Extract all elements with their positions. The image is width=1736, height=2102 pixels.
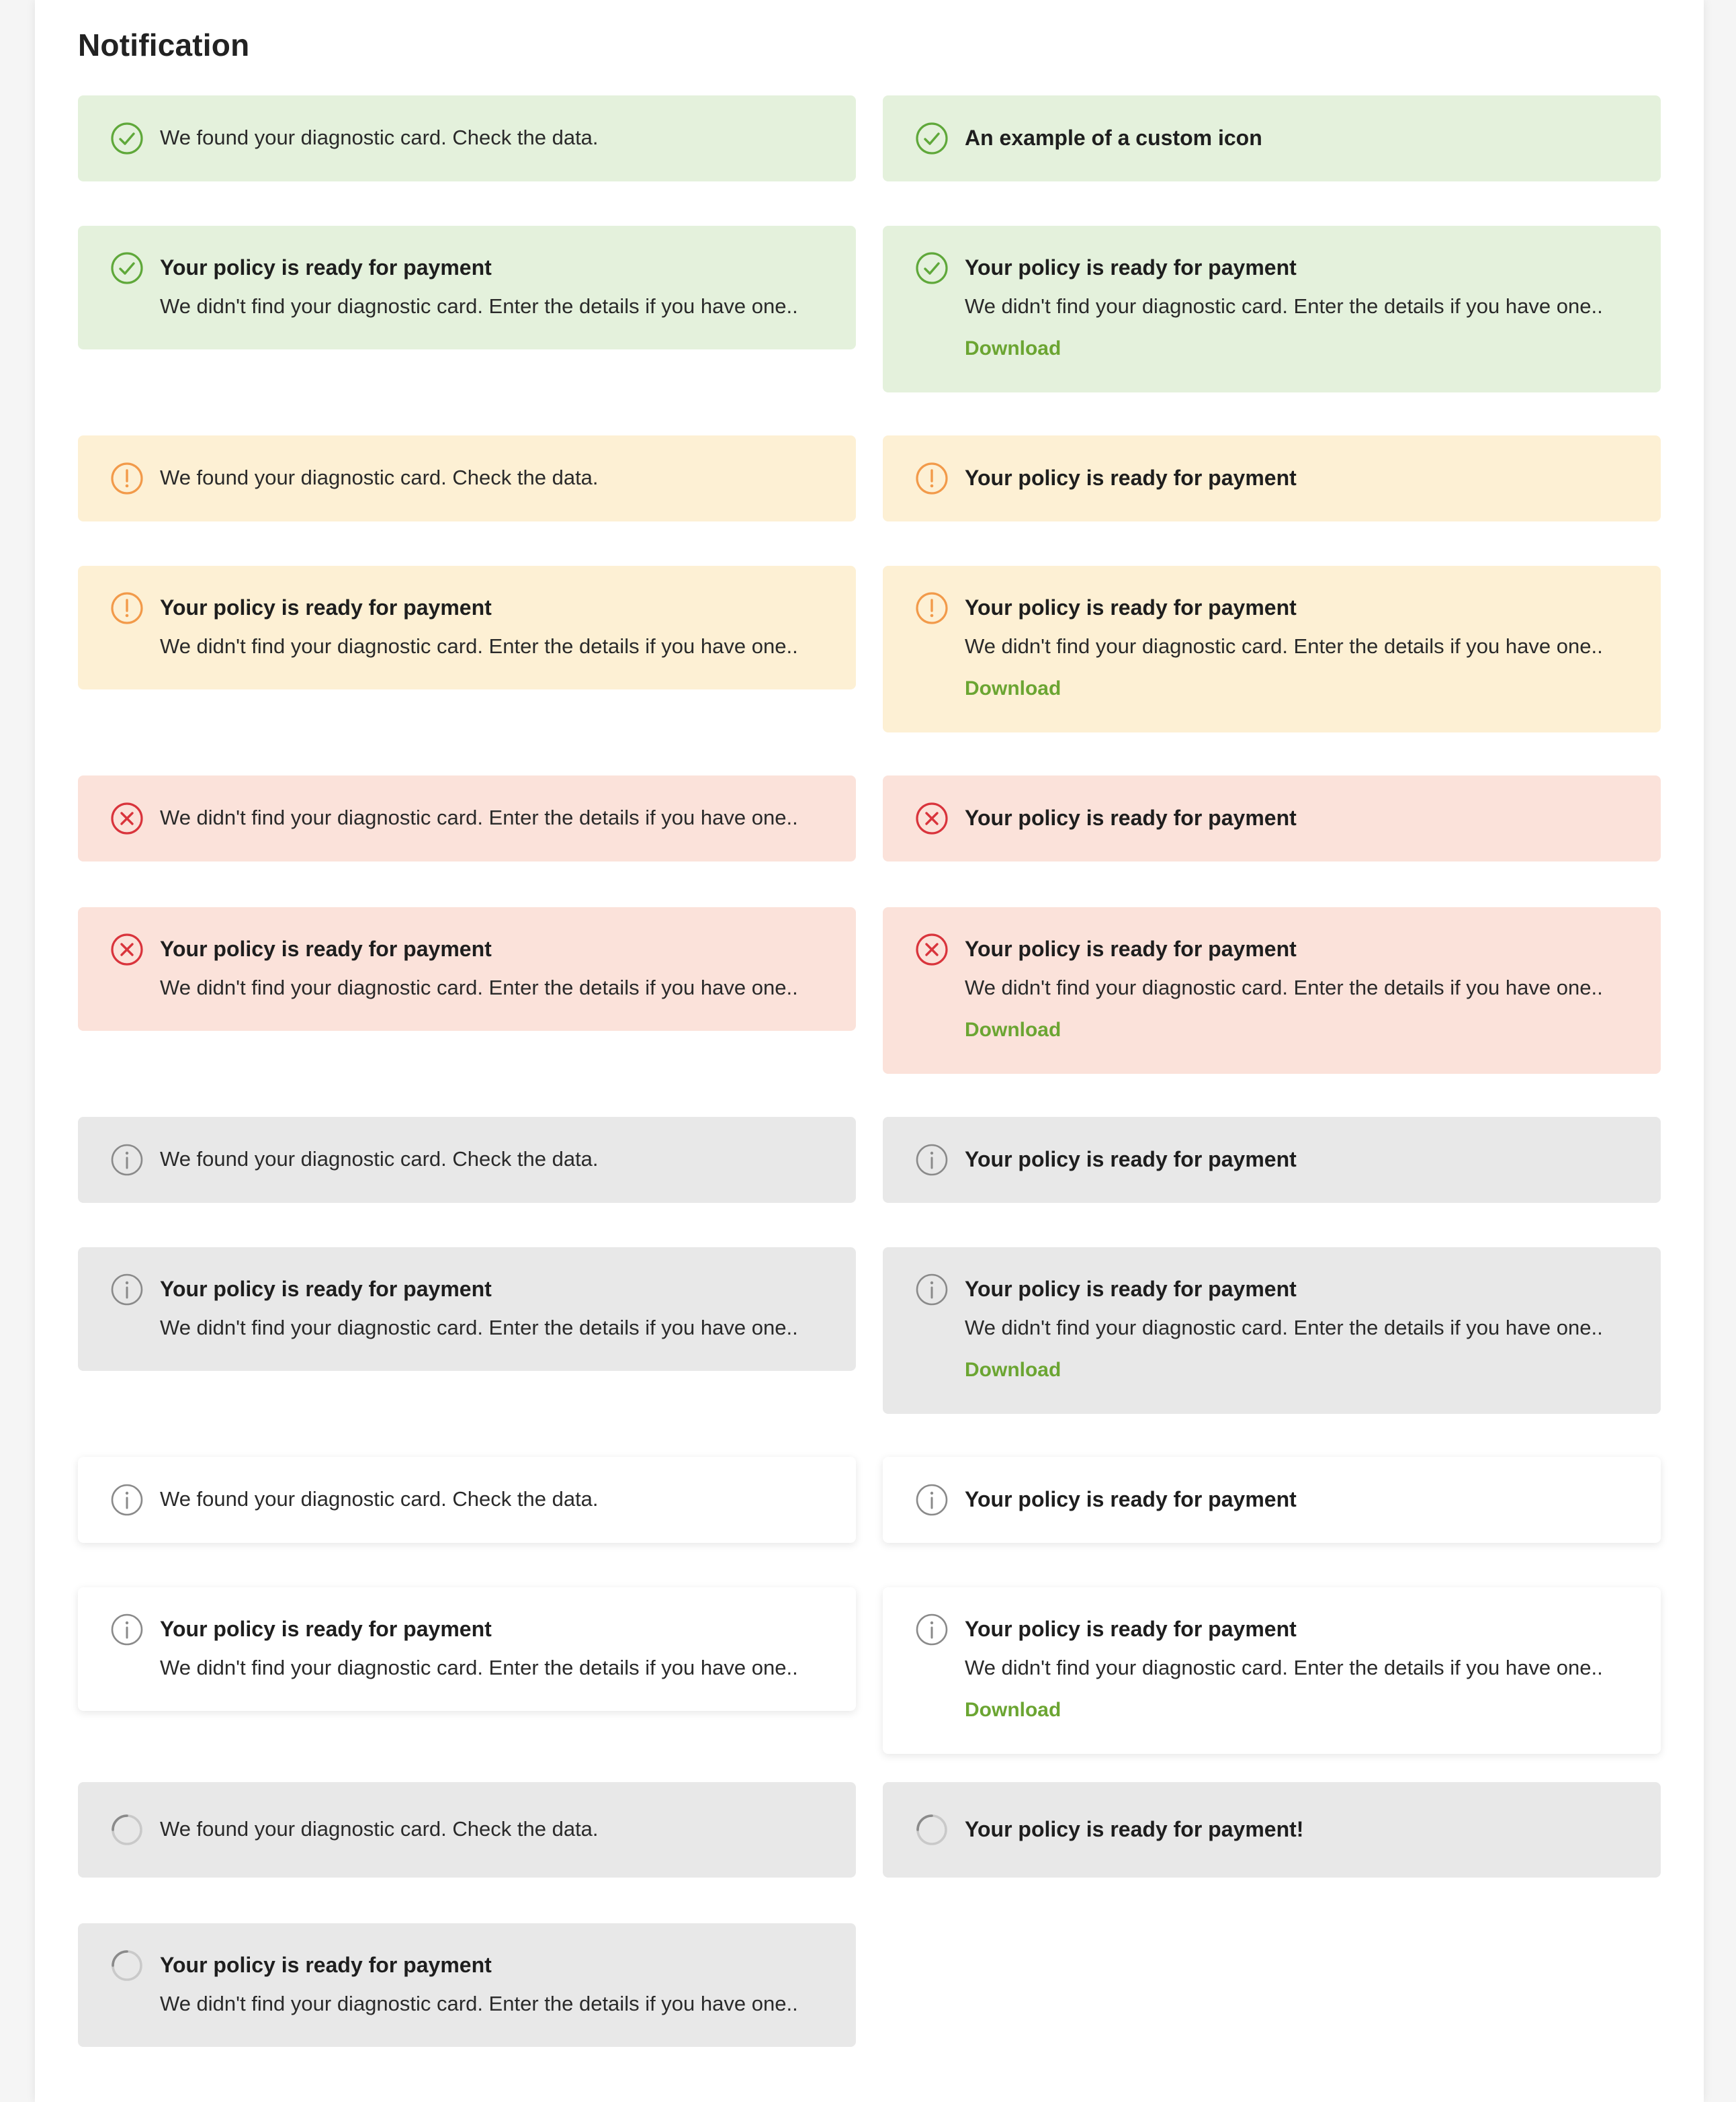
notification-title: An example of a custom icon [965,126,1262,150]
notification-plain: Your policy is ready for payment [883,1457,1661,1543]
notification-message: We found your diagnostic card. Check the… [160,1147,599,1171]
notification-message: We didn't find your diagnostic card. Ent… [160,1992,798,2015]
x-circle-icon [110,802,144,835]
notification-warning: We found your diagnostic card. Check the… [78,435,856,521]
check-circle-icon [915,251,949,285]
notification-title: Your policy is ready for payment [160,1953,492,1977]
info-circle-icon [915,1143,949,1177]
download-link[interactable]: Download [965,1359,1061,1382]
download-link[interactable]: Download [965,1019,1061,1042]
notification-message: We didn't find your diagnostic card. Ent… [160,806,798,829]
notification-title: Your policy is ready for payment [965,1147,1297,1171]
notification-info: We found your diagnostic card. Check the… [78,1117,856,1203]
notification-warning: Your policy is ready for payment We didn'… [883,566,1661,732]
info-circle-icon [110,1143,144,1177]
notification-title: Your policy is ready for payment [160,1617,492,1641]
notification-message: We found your diagnostic card. Check the… [160,1817,599,1841]
notification-warning: Your policy is ready for payment We didn'… [78,566,856,689]
exclamation-circle-icon [110,591,144,625]
notification-message: We didn't find your diagnostic card. Ent… [965,1316,1603,1339]
exclamation-circle-icon [915,462,949,495]
info-circle-icon [110,1273,144,1306]
info-circle-icon [110,1483,144,1517]
info-circle-icon [915,1613,949,1646]
notification-title: Your policy is ready for payment [965,1617,1297,1641]
check-circle-icon [110,122,144,155]
notification-plain: Your policy is ready for payment We didn'… [883,1587,1661,1754]
download-link[interactable]: Download [965,677,1061,700]
x-circle-icon [915,802,949,835]
notification-title: Your policy is ready for payment [965,1277,1297,1301]
notification-loading: We found your diagnostic card. Check the… [78,1782,856,1878]
notification-panel: Notification We found your diagnostic ca… [35,0,1704,2102]
notification-title: Your policy is ready for payment [965,937,1297,961]
page-title: Notification [78,28,250,62]
info-circle-icon [110,1613,144,1646]
x-circle-icon [110,933,144,966]
notification-message: We found your diagnostic card. Check the… [160,126,599,149]
info-circle-icon [915,1273,949,1306]
notification-message: We didn't find your diagnostic card. Ent… [160,1656,798,1679]
notification-loading: Your policy is ready for payment! [883,1782,1661,1878]
notification-loading: Your policy is ready for payment We didn'… [78,1923,856,2047]
notification-message: We didn't find your diagnostic card. Ent… [160,1316,798,1339]
notification-message: We didn't find your diagnostic card. Ent… [160,294,798,318]
check-circle-icon [915,122,949,155]
notification-info: Your policy is ready for payment We didn'… [78,1247,856,1371]
spinner-icon [110,1949,144,1982]
exclamation-circle-icon [915,591,949,625]
notification-title: Your policy is ready for payment [965,1487,1297,1511]
exclamation-circle-icon [110,462,144,495]
notification-title: Your policy is ready for payment [160,1277,492,1301]
notification-success: An example of a custom icon [883,95,1661,181]
notification-title: Your policy is ready for payment [965,806,1297,830]
notification-title: Your policy is ready for payment [160,595,492,620]
download-link[interactable]: Download [965,337,1061,360]
notification-message: We didn't find your diagnostic card. Ent… [965,1656,1603,1679]
notification-message: We didn't find your diagnostic card. Ent… [160,976,798,999]
notification-error: We didn't find your diagnostic card. Ent… [78,775,856,861]
x-circle-icon [915,933,949,966]
notification-success: Your policy is ready for payment We didn'… [883,226,1661,392]
notification-message: We didn't find your diagnostic card. Ent… [965,976,1603,999]
notification-message: We found your diagnostic card. Check the… [160,1487,599,1511]
notification-plain: Your policy is ready for payment We didn'… [78,1587,856,1711]
notification-message: We didn't find your diagnostic card. Ent… [965,634,1603,658]
notification-message: We didn't find your diagnostic card. Ent… [965,294,1603,318]
download-link[interactable]: Download [965,1699,1061,1722]
notification-title: Your policy is ready for payment [965,466,1297,490]
notification-title: Your policy is ready for payment! [965,1817,1304,1841]
notification-title: Your policy is ready for payment [965,595,1297,620]
notification-error: Your policy is ready for payment [883,775,1661,861]
notification-success: Your policy is ready for payment We didn'… [78,226,856,349]
spinner-icon [915,1813,949,1847]
notification-warning: Your policy is ready for payment [883,435,1661,521]
notification-message: We found your diagnostic card. Check the… [160,466,599,489]
info-circle-icon [915,1483,949,1517]
notification-title: Your policy is ready for payment [160,255,492,280]
notification-error: Your policy is ready for payment We didn'… [883,907,1661,1074]
notification-plain: We found your diagnostic card. Check the… [78,1457,856,1543]
notification-success: We found your diagnostic card. Check the… [78,95,856,181]
check-circle-icon [110,251,144,285]
notification-info: Your policy is ready for payment [883,1117,1661,1203]
notification-title: Your policy is ready for payment [160,937,492,961]
notification-title: Your policy is ready for payment [965,255,1297,280]
notification-info: Your policy is ready for payment We didn'… [883,1247,1661,1414]
notification-message: We didn't find your diagnostic card. Ent… [160,634,798,658]
notification-error: Your policy is ready for payment We didn'… [78,907,856,1031]
spinner-icon [110,1813,144,1847]
